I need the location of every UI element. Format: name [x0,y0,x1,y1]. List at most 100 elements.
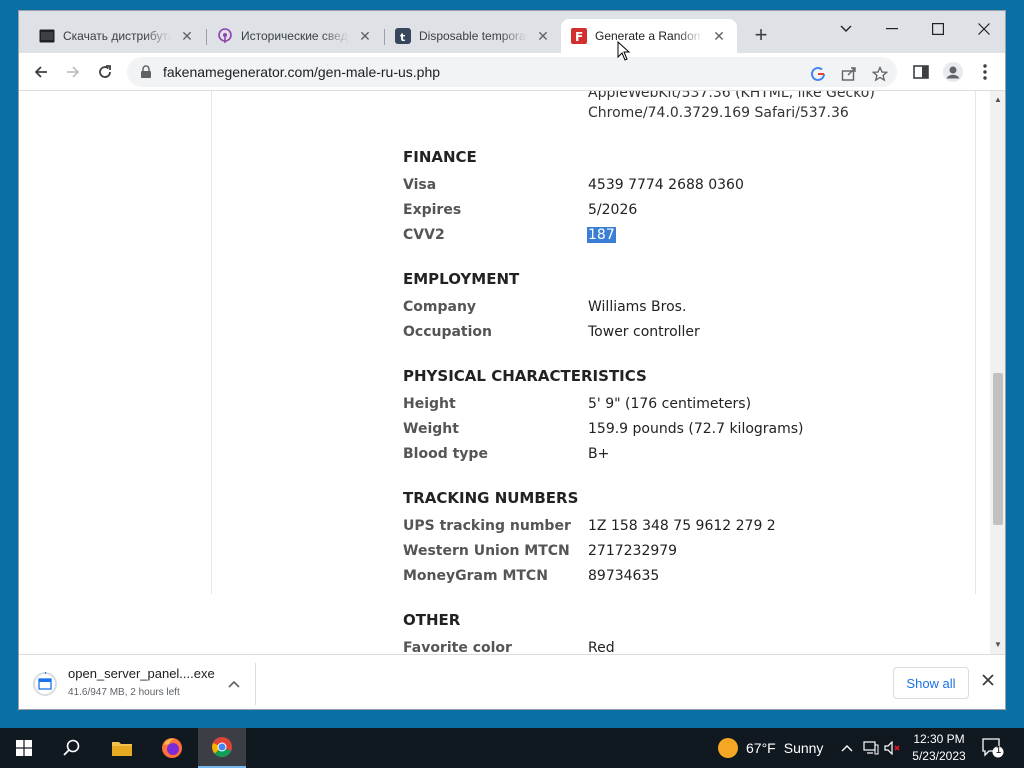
clock-time: 12:30 PM [913,732,965,746]
useragent-text: AppleWebKit/537.36 (KHTML, like Gecko) [588,91,875,101]
section-heading-other: OTHER [403,611,461,629]
action-center-button[interactable]: 1 [982,738,1004,758]
browser-toolbar: fakenamegenerator.com/gen-male-ru-us.php [19,53,1005,91]
chevron-up-icon[interactable] [225,675,243,693]
field-label: Visa [403,177,437,193]
tab-1[interactable]: Скачать дистрибутив ✕ [29,19,205,53]
weather-temperature: 67°F [746,740,776,756]
new-tab-button[interactable]: + [749,24,773,48]
network-icon[interactable] [862,740,880,756]
download-progress-text: 41.6/947 MB, 2 hours left [68,687,180,698]
selected-cvv[interactable]: 187 [587,227,616,243]
search-button[interactable] [48,728,96,768]
field-value-selected: 187 [587,227,616,243]
browser-window: Скачать дистрибутив ✕ Исторические сведе… [18,10,1006,710]
reload-icon [99,65,111,78]
minimize-icon [886,28,898,30]
url-text: fakenamegenerator.com/gen-male-ru-us.php [163,64,441,80]
chrome-icon [212,737,232,757]
show-all-downloads-button[interactable]: Show all [893,667,969,699]
start-button[interactable] [0,728,48,768]
section-heading-finance: FINANCE [403,148,477,166]
notification-count: 1 [995,745,1002,756]
tumblr-icon: t [395,28,411,44]
search-icon [63,739,80,756]
download-bar: open_server_panel....exe 41.6/947 MB, 2 … [19,654,1005,709]
svg-text:F: F [575,30,583,44]
google-lens-icon[interactable] [809,65,827,83]
field-label: Western Union MTCN [403,543,570,559]
file-explorer-button[interactable] [98,728,146,768]
forward-button[interactable] [59,58,87,86]
section-heading-tracking: TRACKING NUMBERS [403,489,579,507]
close-tab-icon[interactable]: ✕ [535,28,551,45]
tab-title: Generate a Random Name [595,29,703,43]
field-label: UPS tracking number [403,518,571,534]
clock-date: 5/23/2023 [912,749,966,763]
close-icon [978,23,990,35]
page-content: AppleWebKit/537.36 (KHTML, like Gecko) C… [19,91,991,654]
tab-2[interactable]: Исторические сведения ✕ [207,19,383,53]
tab-strip: Скачать дистрибутив ✕ Исторические сведе… [19,11,1005,53]
chrome-button[interactable] [198,728,246,768]
weather-widget[interactable]: 67°F Sunny [718,728,823,768]
field-label: Company [403,299,477,315]
field-value: Tower controller [588,324,700,340]
minimize-button[interactable] [869,15,915,43]
back-button[interactable] [27,58,55,86]
maximize-icon [932,23,944,35]
close-tab-icon[interactable]: ✕ [179,28,195,45]
bookmark-star-icon[interactable] [871,65,889,83]
download-item[interactable]: open_server_panel....exe 41.6/947 MB, 2 … [29,663,255,705]
firefox-icon [162,738,182,758]
scroll-up-icon[interactable]: ▲ [993,95,1003,104]
profile-avatar-icon[interactable] [942,61,964,83]
field-label: Expires [403,202,462,218]
reload-button[interactable] [91,58,119,86]
maximize-button[interactable] [915,15,961,43]
side-panel-icon[interactable] [910,61,932,83]
tab-4-active[interactable]: F Generate a Random Name ✕ [561,19,737,53]
field-value: Williams Bros. [588,299,687,315]
download-separator [255,663,256,705]
field-label: Blood type [403,446,488,462]
close-tab-icon[interactable]: ✕ [711,28,727,45]
system-clock[interactable]: 12:30 PM 5/23/2023 [906,731,972,765]
tab-3[interactable]: t Disposable temporary ✕ [385,19,561,53]
field-label: Favorite color [403,640,512,654]
tab-title: Скачать дистрибутив [63,29,171,43]
volume-muted-icon[interactable] [884,740,902,756]
section-heading-employment: EMPLOYMENT [403,270,520,288]
field-value: 5' 9" (176 centimeters) [588,396,752,412]
field-value: 1Z 158 348 75 9612 279 2 [588,518,776,534]
download-progress-icon [33,672,57,696]
field-value: Red [588,640,615,654]
field-label: Occupation [403,324,493,340]
tray-chevron-up-icon[interactable] [838,740,856,756]
windows-logo-icon [16,740,32,756]
share-icon[interactable] [840,65,858,83]
terminal-icon [39,28,55,44]
scroll-down-icon[interactable]: ▼ [993,640,1003,649]
close-window-button[interactable] [961,15,1005,43]
firefox-button[interactable] [148,728,196,768]
field-value: 159.9 pounds (72.7 kilograms) [588,421,804,437]
field-label: Height [403,396,456,412]
fakenamegenerator-icon: F [571,28,587,44]
vertical-scrollbar[interactable]: ▲ ▼ [990,91,1005,654]
field-label: MoneyGram MTCN [403,568,548,584]
menu-kebab-icon[interactable] [974,61,996,83]
sun-icon [718,738,738,758]
windows-taskbar: 67°F Sunny 12:30 PM 5/23/2023 1 [0,728,1024,768]
field-value: B+ [588,446,610,462]
scrollbar-thumb[interactable] [993,373,1003,525]
field-label: CVV2 [403,227,445,243]
field-label: Weight [403,421,459,437]
chevron-down-icon [840,25,852,32]
address-bar[interactable]: fakenamegenerator.com/gen-male-ru-us.php [127,57,897,87]
field-value: 5/2026 [588,202,638,218]
tab-search-button[interactable] [823,15,869,43]
useragent-text: Chrome/74.0.3729.169 Safari/537.36 [588,105,849,121]
close-tab-icon[interactable]: ✕ [357,28,373,45]
close-download-bar-icon[interactable] [979,671,997,689]
